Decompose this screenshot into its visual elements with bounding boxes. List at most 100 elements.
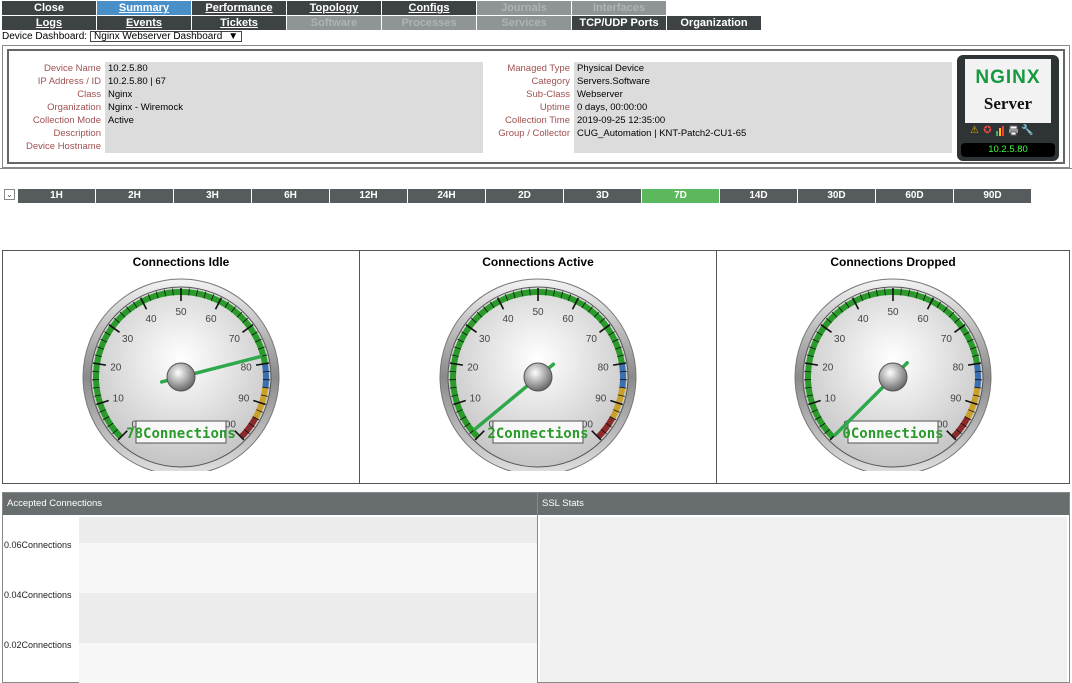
time-range-2h[interactable]: 2H xyxy=(96,189,173,203)
time-range-60d[interactable]: 60D xyxy=(876,189,953,203)
info-value: Nginx xyxy=(105,88,483,101)
time-range-2d[interactable]: 2D xyxy=(486,189,563,203)
info-row-organization: Organization Nginx - Wiremock xyxy=(9,101,483,114)
tab-tickets[interactable]: Tickets xyxy=(192,16,286,30)
info-row-hostname: Device Hostname xyxy=(9,140,483,153)
gauge-tick-label: 80 xyxy=(598,363,610,374)
info-label: Device Hostname xyxy=(26,141,101,152)
time-range-90d[interactable]: 90D xyxy=(954,189,1031,203)
nav-row-1: Close Summary Performance Topology Confi… xyxy=(2,1,667,16)
time-range-14d[interactable]: 14D xyxy=(720,189,797,203)
info-value xyxy=(574,140,952,153)
info-label: Collection Mode xyxy=(32,115,101,126)
server-label: Server xyxy=(983,94,1033,113)
time-range-12h[interactable]: 12H xyxy=(330,189,407,203)
info-value: 10.2.5.80 | 67 xyxy=(105,75,483,88)
info-row-collection-mode: Collection Mode Active xyxy=(9,114,483,127)
gauge-tick-label: 90 xyxy=(238,393,250,404)
time-range-6h[interactable]: 6H xyxy=(252,189,329,203)
info-value: Active xyxy=(105,114,483,127)
gauge-tick-label: 10 xyxy=(825,393,837,404)
tab-services: Services xyxy=(477,16,571,30)
tab-close[interactable]: Close xyxy=(2,1,96,15)
info-label: Sub-Class xyxy=(526,89,570,100)
gauge-tick-label: 20 xyxy=(110,363,122,374)
gauge-tick-label: 40 xyxy=(145,314,157,325)
tab-summary[interactable]: Summary xyxy=(97,1,191,15)
lifebuoy-icon[interactable]: ✪ xyxy=(982,125,993,136)
plot-band xyxy=(79,543,539,593)
gauge-tick-label: 10 xyxy=(113,393,125,404)
gauge-tick-label: 80 xyxy=(953,363,965,374)
device-tool-icons: ⚠ ✪ 🔧 xyxy=(969,125,1033,136)
info-row-managed-type: Managed Type Physical Device xyxy=(478,62,952,75)
tab-journals: Journals xyxy=(477,1,571,15)
gauge-connections-active: 01020304050607080901002Connections xyxy=(439,278,637,471)
collapse-chevron-icon[interactable]: ⌄ xyxy=(4,189,15,200)
tab-configs[interactable]: Configs xyxy=(382,1,476,15)
time-range-3h[interactable]: 3H xyxy=(174,189,251,203)
gauge-tick-label: 50 xyxy=(532,307,544,318)
info-row-uptime: Uptime 0 days, 00:00:00 xyxy=(478,101,952,114)
device-info-panel: Device Name 10.2.5.80 IP Address / ID 10.2… xyxy=(2,45,1070,168)
info-value: Nginx - Wiremock xyxy=(105,101,483,114)
info-label: Organization xyxy=(47,102,101,113)
wrench-icon[interactable]: 🔧 xyxy=(1021,125,1033,136)
tab-logs[interactable]: Logs xyxy=(2,16,96,30)
plot-area xyxy=(79,517,539,683)
printer-icon[interactable] xyxy=(1008,125,1019,136)
dashboard-selector-label: Device Dashboard: xyxy=(2,31,88,42)
y-axis-label: 0.04Connections xyxy=(4,590,72,600)
info-label: IP Address / ID xyxy=(37,76,101,87)
info-label: Device Name xyxy=(43,63,101,74)
info-label xyxy=(478,140,574,153)
info-value: 10.2.5.80 xyxy=(105,62,483,75)
gauge-panel-idle: Connections Idle 0 10 20 30 40 50 60 70 80 90 100 7… xyxy=(2,250,360,484)
time-range-24h[interactable]: 24H xyxy=(408,189,485,203)
time-range-3d[interactable]: 3D xyxy=(564,189,641,203)
plot-area xyxy=(540,517,1067,682)
tab-performance[interactable]: Performance xyxy=(192,1,286,15)
gauge-connections-dropped: 01020304050607080901000Connections xyxy=(794,278,992,471)
chevron-down-icon: ▼ xyxy=(228,31,239,42)
gauge-tick-label: 30 xyxy=(479,334,491,345)
gauge-title: Connections Active xyxy=(482,255,594,269)
device-logo: NGINX Server ⚠ ✪ 🔧 10.2.5.80 xyxy=(957,55,1059,161)
gauge-tick-label: 40 xyxy=(857,314,869,325)
device-info-inner: Device Name 10.2.5.80 IP Address / ID 10.2… xyxy=(7,49,1065,164)
printer-glyph xyxy=(1009,125,1018,136)
info-label: Collection Time xyxy=(505,115,570,126)
gauge-hub xyxy=(878,362,908,392)
info-label: Category xyxy=(531,76,570,87)
gauge-tick-label: 60 xyxy=(917,314,929,325)
bar-chart-icon[interactable] xyxy=(995,125,1006,136)
info-row-collection-time: Collection Time 2019-09-25 12:35:00 xyxy=(478,114,952,127)
gauge-tick-label: 80 xyxy=(241,363,253,374)
gauge-tick-label: 70 xyxy=(586,334,598,345)
tab-topology[interactable]: Topology xyxy=(287,1,381,15)
gauge-panel-active: Connections Active 0 10 20 30 40 50 60 70 80 90 10… xyxy=(359,250,717,484)
info-row-blank xyxy=(478,140,952,153)
gauge-tick-label: 20 xyxy=(822,363,834,374)
info-value: Webserver xyxy=(574,88,952,101)
info-value: Servers.Software xyxy=(574,75,952,88)
info-row-description: Description xyxy=(9,127,483,140)
gauge-connections-idle: 010203040506070809010078Connections xyxy=(82,278,280,471)
warning-icon[interactable]: ⚠ xyxy=(969,125,980,136)
bar-chart-glyph xyxy=(996,126,1004,136)
gauge-tick-label: 10 xyxy=(470,393,482,404)
time-range-7d[interactable]: 7D xyxy=(642,189,719,203)
info-value: CUG_Automation | KNT-Patch2-CU1-65 xyxy=(574,127,952,140)
tab-tcp-udp-ports[interactable]: TCP/UDP Ports xyxy=(572,16,666,30)
dashboard-select[interactable]: Nginx Webserver Dashboard ▼ xyxy=(90,31,243,42)
tab-software: Software xyxy=(287,16,381,30)
time-range-1h[interactable]: 1H xyxy=(18,189,95,203)
chart-title: SSL Stats xyxy=(538,493,1069,515)
plot-band xyxy=(79,593,539,643)
info-value xyxy=(105,140,483,153)
tab-organization[interactable]: Organization xyxy=(667,16,761,30)
info-label: Description xyxy=(53,128,101,139)
info-value xyxy=(105,127,483,140)
time-range-30d[interactable]: 30D xyxy=(798,189,875,203)
tab-events[interactable]: Events xyxy=(97,16,191,30)
